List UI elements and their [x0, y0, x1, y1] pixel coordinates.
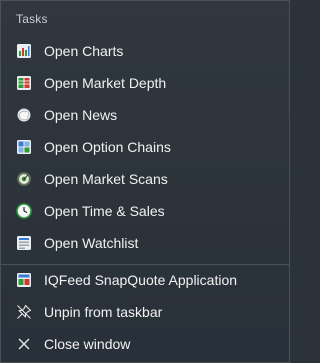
task-open-charts[interactable]: Open Charts: [1, 35, 289, 67]
snapquote-app-icon: [15, 271, 33, 289]
task-open-market-scans[interactable]: Open Market Scans: [1, 163, 289, 195]
task-open-market-depth[interactable]: Open Market Depth: [1, 67, 289, 99]
app-launch-item[interactable]: IQFeed SnapQuote Application: [1, 264, 289, 296]
task-label: Open Option Chains: [44, 139, 171, 155]
task-open-news[interactable]: Open News: [1, 99, 289, 131]
task-open-option-chains[interactable]: Open Option Chains: [1, 131, 289, 163]
taskbar-jumplist: Tasks Open Charts Open Market Depth Open…: [0, 0, 290, 363]
task-label: Open Watchlist: [44, 235, 139, 251]
watchlist-icon: [15, 234, 33, 252]
unpin-icon: [15, 303, 33, 321]
task-label: Open Market Depth: [44, 75, 167, 91]
task-label: Open Market Scans: [44, 171, 168, 187]
market-depth-icon: [15, 74, 33, 92]
market-scans-icon: [15, 170, 33, 188]
unpin-label: Unpin from taskbar: [44, 304, 163, 320]
tasks-section-label: Tasks: [16, 12, 48, 26]
unpin-from-taskbar-button[interactable]: Unpin from taskbar: [1, 296, 289, 328]
close-icon: [15, 335, 33, 353]
close-window-button[interactable]: Close window: [1, 328, 289, 360]
task-label: Open News: [44, 107, 118, 123]
charts-icon: [15, 42, 33, 60]
task-label: Open Time & Sales: [44, 203, 165, 219]
task-label: Open Charts: [44, 43, 124, 59]
close-label: Close window: [44, 336, 131, 352]
time-sales-icon: [15, 202, 33, 220]
app-label: IQFeed SnapQuote Application: [44, 272, 238, 288]
option-chains-icon: [15, 138, 33, 156]
task-open-time-sales[interactable]: Open Time & Sales: [1, 195, 289, 227]
task-open-watchlist[interactable]: Open Watchlist: [1, 227, 289, 259]
news-icon: [15, 106, 33, 124]
